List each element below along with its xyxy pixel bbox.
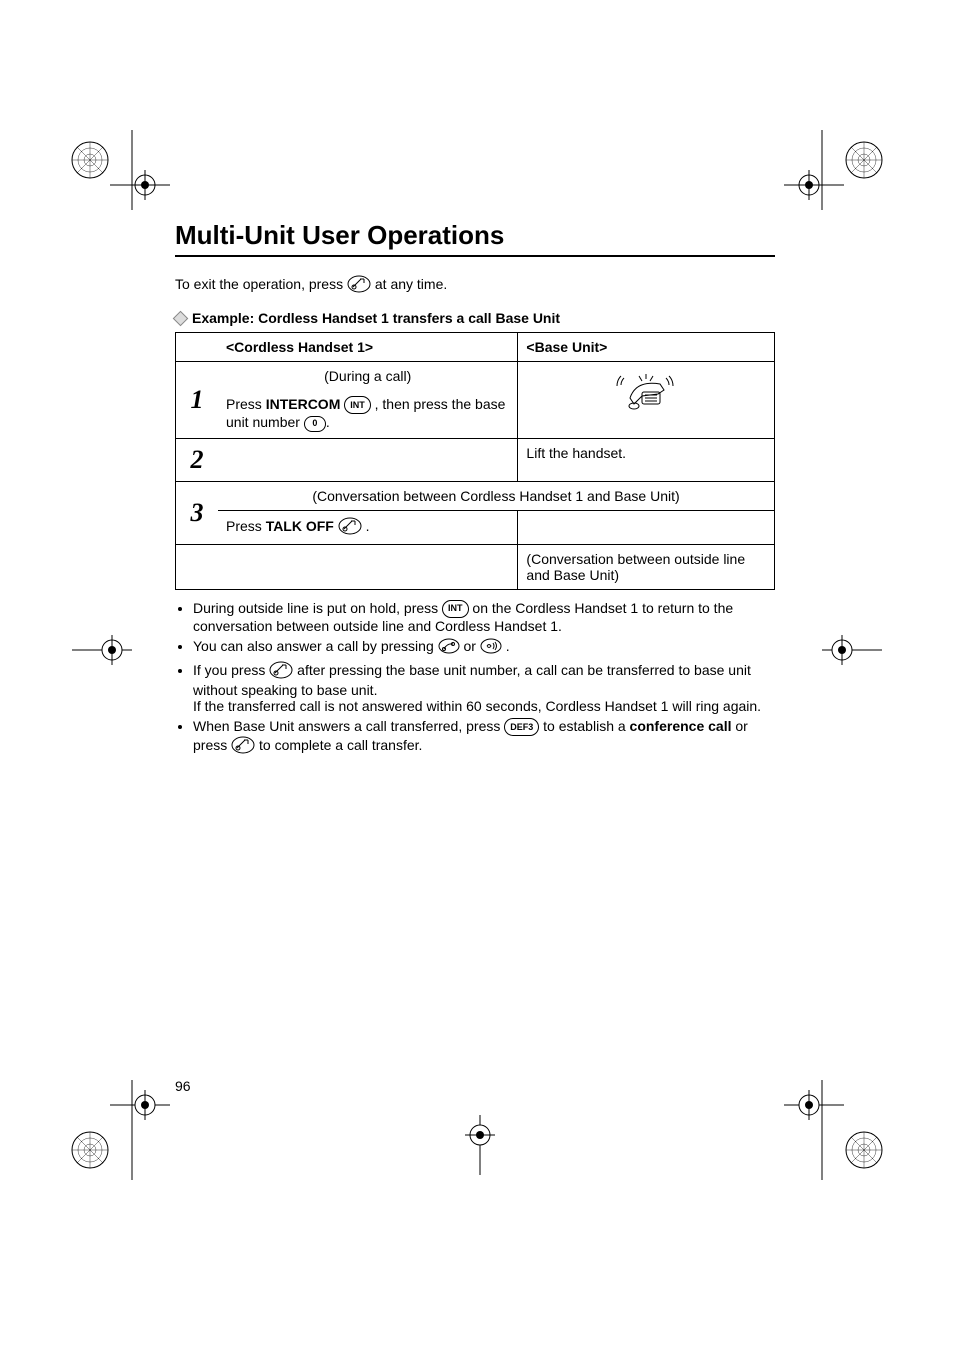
- step-3-number: 3: [176, 481, 219, 544]
- t: During outside line is put on hold, pres…: [193, 600, 442, 616]
- step-1-instruction: Press INTERCOM INT , then press the base…: [218, 390, 518, 438]
- talkoff-label: TALK OFF: [266, 518, 334, 534]
- t: If the transferred call is not answered …: [193, 698, 761, 714]
- speaker-key-icon: [480, 638, 502, 657]
- reg-mark-mid-right: [822, 630, 882, 670]
- step-1-number: 1: [176, 362, 219, 439]
- step-3-instruction: Press TALK OFF .: [218, 510, 518, 544]
- during-call-text: (During a call): [218, 362, 518, 391]
- talk-off-icon: [231, 736, 255, 757]
- talk-off-icon: [269, 661, 293, 682]
- notes-list: During outside line is put on hold, pres…: [175, 600, 775, 758]
- conference-call-label: conference call: [630, 718, 732, 734]
- outside-conversation-note: (Conversation between outside line and B…: [518, 544, 775, 589]
- note-3: If you press after pressing the base uni…: [193, 661, 775, 714]
- int-key-icon: INT: [344, 396, 371, 414]
- reg-mark-bottom-left: [60, 1080, 170, 1180]
- page-number: 96: [175, 1078, 191, 1094]
- base-unit-cell: [518, 362, 775, 439]
- t: When Base Unit answers a call transferre…: [193, 718, 504, 734]
- reg-mark-top-right: [784, 130, 894, 210]
- t: to establish a: [539, 718, 629, 734]
- conversation-note: (Conversation between Cordless Handset 1…: [218, 481, 775, 510]
- step-2-number: 2: [176, 438, 219, 481]
- steps-table: <Cordless Handset 1> <Base Unit> 1 (Duri…: [175, 332, 775, 590]
- intercom-label: INTERCOM: [266, 396, 341, 412]
- talk-off-icon: [338, 517, 362, 538]
- int-key-icon: INT: [442, 600, 469, 618]
- t: You can also answer a call by pressing: [193, 638, 438, 654]
- exit-suffix: at any time.: [375, 276, 447, 292]
- step-2-instruction: Lift the handset.: [518, 438, 775, 481]
- exit-instruction: To exit the operation, press at any time…: [175, 275, 775, 296]
- note-4: When Base Unit answers a call transferre…: [193, 718, 775, 757]
- reg-mark-mid-left: [72, 630, 132, 670]
- t: or: [460, 638, 480, 654]
- t: .: [502, 638, 510, 654]
- reg-mark-bottom-right: [784, 1080, 894, 1180]
- talk-off-icon: [347, 275, 371, 296]
- base-phone-ringing-icon: [616, 368, 676, 412]
- title-rule: [175, 255, 775, 257]
- example-heading-text: Example: Cordless Handset 1 transfers a …: [192, 310, 560, 326]
- note-2: You can also answer a call by pressing o…: [193, 638, 775, 657]
- example-heading: Example: Cordless Handset 1 transfers a …: [175, 310, 775, 326]
- reg-mark-bottom-center: [450, 1115, 510, 1175]
- page-title: Multi-Unit User Operations: [175, 220, 775, 251]
- t: to complete a call transfer.: [255, 737, 422, 753]
- t: Press: [226, 518, 266, 534]
- t: .: [362, 518, 370, 534]
- t: If you press: [193, 662, 269, 678]
- page-content: Multi-Unit User Operations To exit the o…: [175, 220, 775, 761]
- talk-key-icon: [438, 638, 460, 657]
- t: .: [326, 414, 330, 430]
- diamond-bullet-icon: [173, 310, 189, 326]
- def3-key-icon: DEF3: [504, 718, 539, 736]
- t: Press: [226, 396, 266, 412]
- col-header-handset: <Cordless Handset 1>: [218, 333, 518, 362]
- col-header-base: <Base Unit>: [518, 333, 775, 362]
- note-1: During outside line is put on hold, pres…: [193, 600, 775, 634]
- zero-key-icon: 0: [304, 416, 326, 432]
- reg-mark-top-left: [60, 130, 170, 210]
- exit-prefix: To exit the operation, press: [175, 276, 347, 292]
